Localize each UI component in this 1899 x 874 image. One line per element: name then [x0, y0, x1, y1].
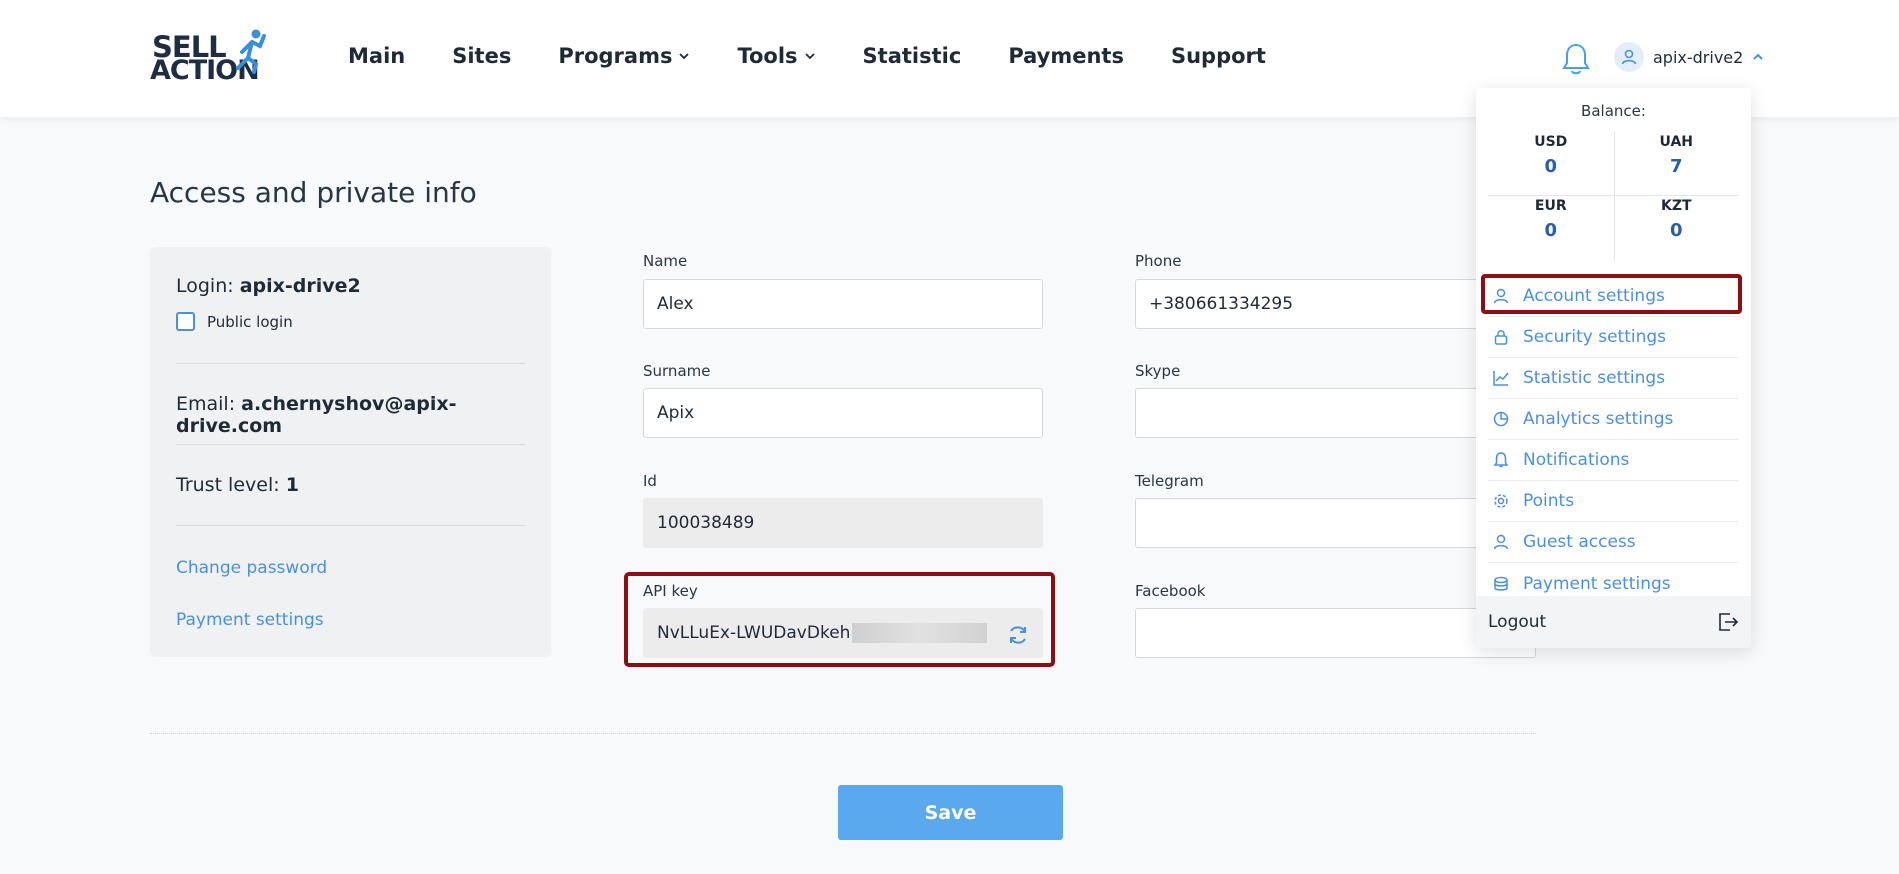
login-line: Login: apix-drive2: [176, 275, 361, 297]
logout-label: Logout: [1488, 612, 1547, 632]
login-value: apix-drive2: [239, 275, 361, 297]
dropdown-menu: Account settings Security settings Stati…: [1488, 276, 1739, 604]
surname-label: Surname: [643, 362, 711, 380]
divider: [176, 363, 525, 364]
menu-item-statistic-settings[interactable]: Statistic settings: [1488, 358, 1739, 399]
page-title: Access and private info: [150, 176, 477, 209]
balance-eur: EUR 0: [1534, 198, 1567, 241]
menu-item-security-settings[interactable]: Security settings: [1488, 317, 1739, 358]
bell-icon: [1493, 452, 1509, 468]
api-key-field: NvLLuEx-LWUDavDkeh: [643, 608, 1043, 658]
user-icon: [1621, 49, 1637, 65]
lock-icon: [1494, 330, 1508, 345]
surname-field[interactable]: Apix: [643, 388, 1043, 438]
menu-item-points[interactable]: Points: [1488, 481, 1739, 522]
balance-uah: UAH 7: [1659, 134, 1694, 177]
email-line: Email: a.chernyshov@apix-drive.com: [176, 393, 457, 437]
nav-tools[interactable]: Tools: [737, 44, 815, 68]
logout-icon: [1719, 613, 1739, 631]
user-icon: [1493, 534, 1509, 550]
main-nav: Main Sites Programs Tools Statistic Paym…: [348, 44, 1313, 68]
menu-item-analytics-settings[interactable]: Analytics settings: [1488, 399, 1739, 440]
avatar: [1614, 42, 1644, 72]
balance-title: Balance:: [1581, 102, 1646, 120]
api-key-value: NvLLuEx-LWUDavDkeh: [657, 623, 851, 643]
nav-statistic[interactable]: Statistic: [863, 44, 962, 68]
refresh-icon[interactable]: [1006, 623, 1030, 647]
pie-chart-icon: [1493, 411, 1509, 427]
telegram-label: Telegram: [1135, 472, 1204, 490]
name-field[interactable]: Alex: [643, 279, 1043, 329]
public-login-label: Public login: [207, 312, 293, 331]
account-settings-highlight: [1481, 274, 1742, 314]
id-field: 100038489: [643, 498, 1043, 548]
trust-level-line: Trust level: 1: [176, 474, 299, 496]
save-button[interactable]: Save: [838, 785, 1063, 840]
skype-label: Skype: [1135, 362, 1181, 380]
api-key-redacted: [852, 623, 988, 643]
balance-usd: USD 0: [1534, 134, 1568, 177]
chart-line-icon: [1493, 371, 1509, 386]
nav-main[interactable]: Main: [348, 44, 405, 68]
chevron-down-icon: [679, 53, 690, 60]
sell-action-logo[interactable]: SELL ACTION: [150, 28, 270, 88]
menu-item-notifications[interactable]: Notifications: [1488, 440, 1739, 481]
change-password-link[interactable]: Change password: [176, 558, 525, 578]
trust-level-value: 1: [285, 474, 299, 496]
payment-settings-link[interactable]: Payment settings: [176, 610, 525, 630]
user-menu-toggle[interactable]: apix-drive2: [1614, 42, 1764, 72]
nav-payments[interactable]: Payments: [1008, 44, 1124, 68]
nav-support[interactable]: Support: [1171, 44, 1266, 68]
chevron-up-icon: [1753, 53, 1764, 60]
divider: [176, 525, 525, 526]
gear-icon: [1494, 494, 1508, 508]
nav-programs[interactable]: Programs: [558, 44, 690, 68]
facebook-label: Facebook: [1135, 582, 1206, 600]
balance-grid: USD 0 UAH 7 EUR 0 KZT 0: [1488, 132, 1739, 262]
phone-label: Phone: [1135, 252, 1182, 270]
bell-icon[interactable]: [1561, 42, 1591, 76]
account-info-card: Login: apix-drive2 Public login Email: a…: [150, 247, 551, 657]
coins-icon: [1494, 576, 1508, 591]
chevron-down-icon: [804, 53, 815, 60]
balance-kzt: KZT 0: [1660, 198, 1692, 241]
divider: [176, 444, 525, 445]
user-dropdown: Balance: USD 0 UAH 7 EUR 0 KZT 0 Account…: [1476, 88, 1751, 648]
api-key-label: API key: [643, 582, 698, 600]
form-divider: [150, 733, 1536, 734]
checkbox-box[interactable]: [176, 312, 195, 331]
username: apix-drive2: [1653, 47, 1744, 67]
nav-sites[interactable]: Sites: [452, 44, 511, 68]
logout-button[interactable]: Logout: [1476, 596, 1751, 648]
id-label: Id: [643, 472, 657, 490]
public-login-checkbox[interactable]: Public login: [176, 312, 525, 331]
runner-icon: [236, 29, 266, 74]
menu-item-guest-access[interactable]: Guest access: [1488, 522, 1739, 563]
name-label: Name: [643, 252, 688, 270]
